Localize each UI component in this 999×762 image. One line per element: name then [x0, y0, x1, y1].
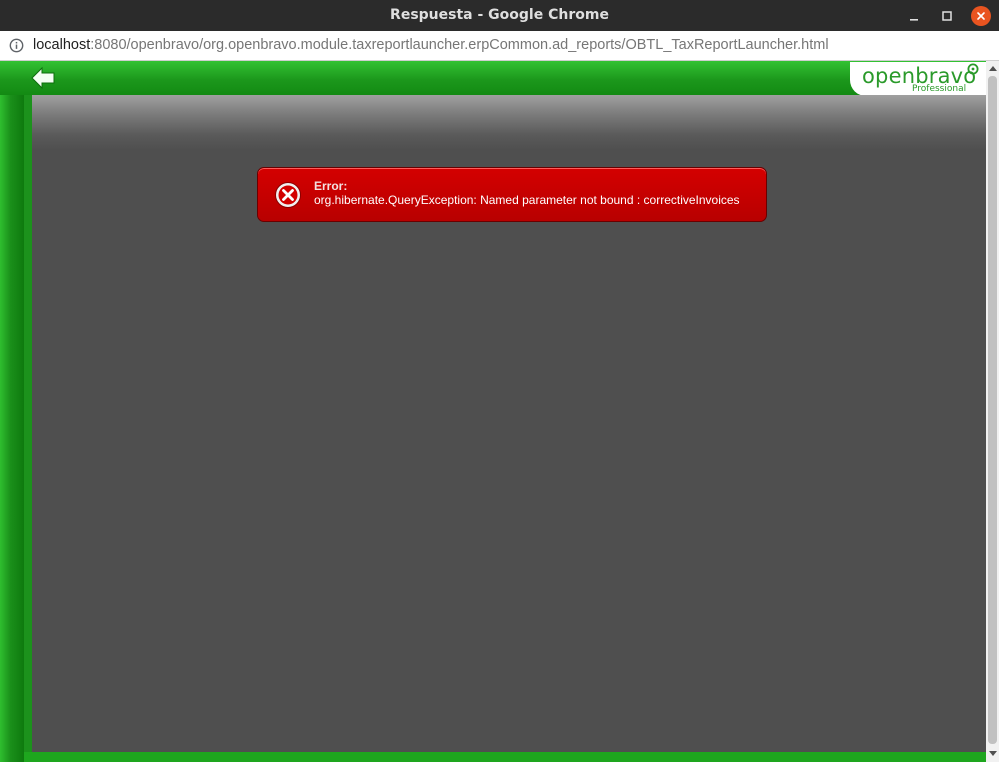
url-path: :8080/openbravo/org.openbravo.module.tax… — [90, 37, 829, 53]
error-message-box: Error: org.hibernate.QueryException: Nam… — [257, 167, 767, 222]
app-topbar — [0, 61, 986, 95]
close-button-circle — [971, 5, 991, 26]
maximize-button[interactable] — [935, 0, 959, 31]
scroll-up-button[interactable] — [986, 61, 999, 75]
info-icon[interactable] — [9, 38, 24, 53]
scroll-up-icon — [988, 66, 997, 71]
window-titlebar: Respuesta - Google Chrome — [0, 0, 999, 31]
address-bar[interactable]: localhost:8080/openbravo/org.openbravo.m… — [0, 31, 999, 61]
vertical-scrollbar[interactable] — [986, 61, 999, 762]
openbravo-logo: openbravo Professional — [850, 62, 986, 96]
url-text[interactable]: localhost:8080/openbravo/org.openbravo.m… — [33, 31, 829, 60]
logo-subtitle: Professional — [912, 84, 967, 94]
error-x-icon — [275, 182, 301, 208]
left-inner-border — [24, 95, 32, 762]
url-host: localhost — [33, 37, 91, 53]
window-title: Respuesta - Google Chrome — [390, 7, 609, 23]
logo-mark-icon — [967, 63, 979, 75]
scroll-down-icon — [988, 751, 997, 756]
error-message: org.hibernate.QueryException: Named para… — [314, 193, 740, 207]
scrollbar-thumb[interactable] — [988, 76, 997, 744]
close-window-button[interactable] — [969, 0, 993, 31]
minimize-button[interactable] — [902, 0, 926, 31]
error-title: Error: — [314, 179, 348, 193]
close-icon — [977, 11, 985, 20]
minimize-icon — [910, 18, 918, 21]
bottom-green-bar — [24, 752, 986, 762]
scroll-down-button[interactable] — [986, 747, 999, 761]
back-arrow-icon[interactable] — [30, 66, 56, 90]
maximize-icon — [942, 10, 952, 21]
left-green-bar — [0, 95, 24, 762]
